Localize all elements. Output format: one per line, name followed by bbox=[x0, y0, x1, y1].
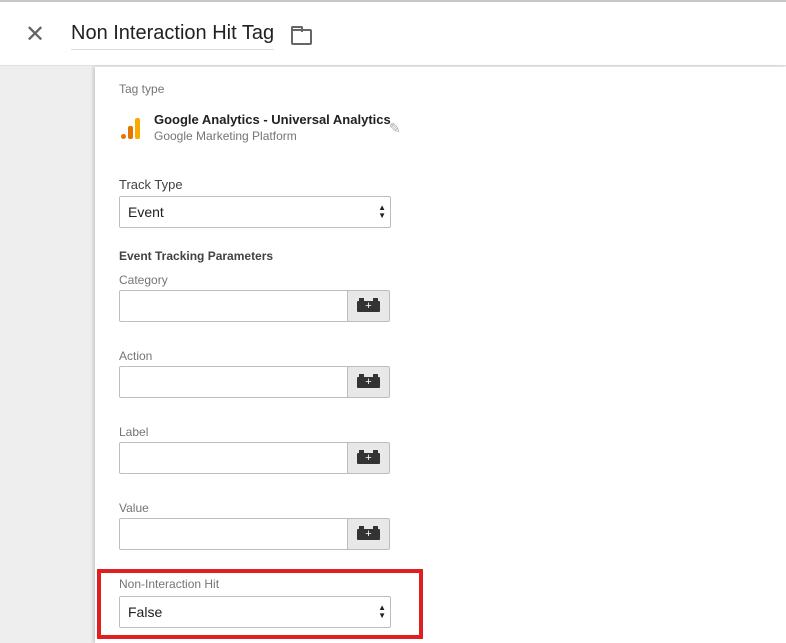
variable-button[interactable]: + bbox=[347, 519, 389, 549]
non-interaction-value: False bbox=[128, 604, 163, 620]
select-arrows-icon: ▲ ▼ bbox=[378, 603, 386, 620]
tag-name-input[interactable]: Non Interaction Hit Tag bbox=[71, 22, 275, 50]
header: ✕ Non Interaction Hit Tag bbox=[0, 0, 786, 66]
category-label: Category bbox=[119, 273, 168, 287]
action-input[interactable]: + bbox=[119, 366, 390, 398]
track-type-label: Track Type bbox=[119, 177, 183, 192]
folder-icon[interactable] bbox=[291, 26, 312, 45]
select-arrows-icon: ▲ ▼ bbox=[378, 203, 386, 220]
value-input[interactable]: + bbox=[119, 518, 390, 550]
variable-button[interactable]: + bbox=[347, 367, 389, 397]
variable-brick-icon: + bbox=[357, 298, 380, 312]
edit-pencil-icon[interactable]: ✎ bbox=[389, 120, 401, 137]
value-label: Value bbox=[119, 501, 149, 515]
variable-brick-icon: + bbox=[357, 450, 380, 464]
tag-type-platform: Google Marketing Platform bbox=[154, 129, 297, 143]
action-label: Action bbox=[119, 349, 153, 363]
tag-type-name[interactable]: Google Analytics - Universal Analytics bbox=[154, 112, 391, 127]
variable-brick-icon: + bbox=[357, 526, 380, 540]
track-type-select[interactable]: Event ▲ ▼ bbox=[119, 196, 391, 228]
variable-button[interactable]: + bbox=[347, 443, 389, 473]
track-type-value: Event bbox=[128, 204, 164, 220]
variable-brick-icon: + bbox=[357, 374, 380, 388]
non-interaction-label: Non-Interaction Hit bbox=[119, 577, 220, 591]
tag-configuration-card: Tag type Google Analytics - Universal An… bbox=[95, 67, 786, 643]
non-interaction-select[interactable]: False ▲ ▼ bbox=[119, 596, 391, 628]
event-params-label: Event Tracking Parameters bbox=[119, 249, 274, 263]
tag-type-label: Tag type bbox=[119, 82, 165, 96]
label-input[interactable]: + bbox=[119, 442, 390, 474]
google-analytics-icon bbox=[119, 115, 143, 139]
close-icon[interactable]: ✕ bbox=[24, 23, 46, 47]
label-label: Label bbox=[119, 425, 149, 439]
variable-button[interactable]: + bbox=[347, 291, 389, 321]
category-input[interactable]: + bbox=[119, 290, 390, 322]
